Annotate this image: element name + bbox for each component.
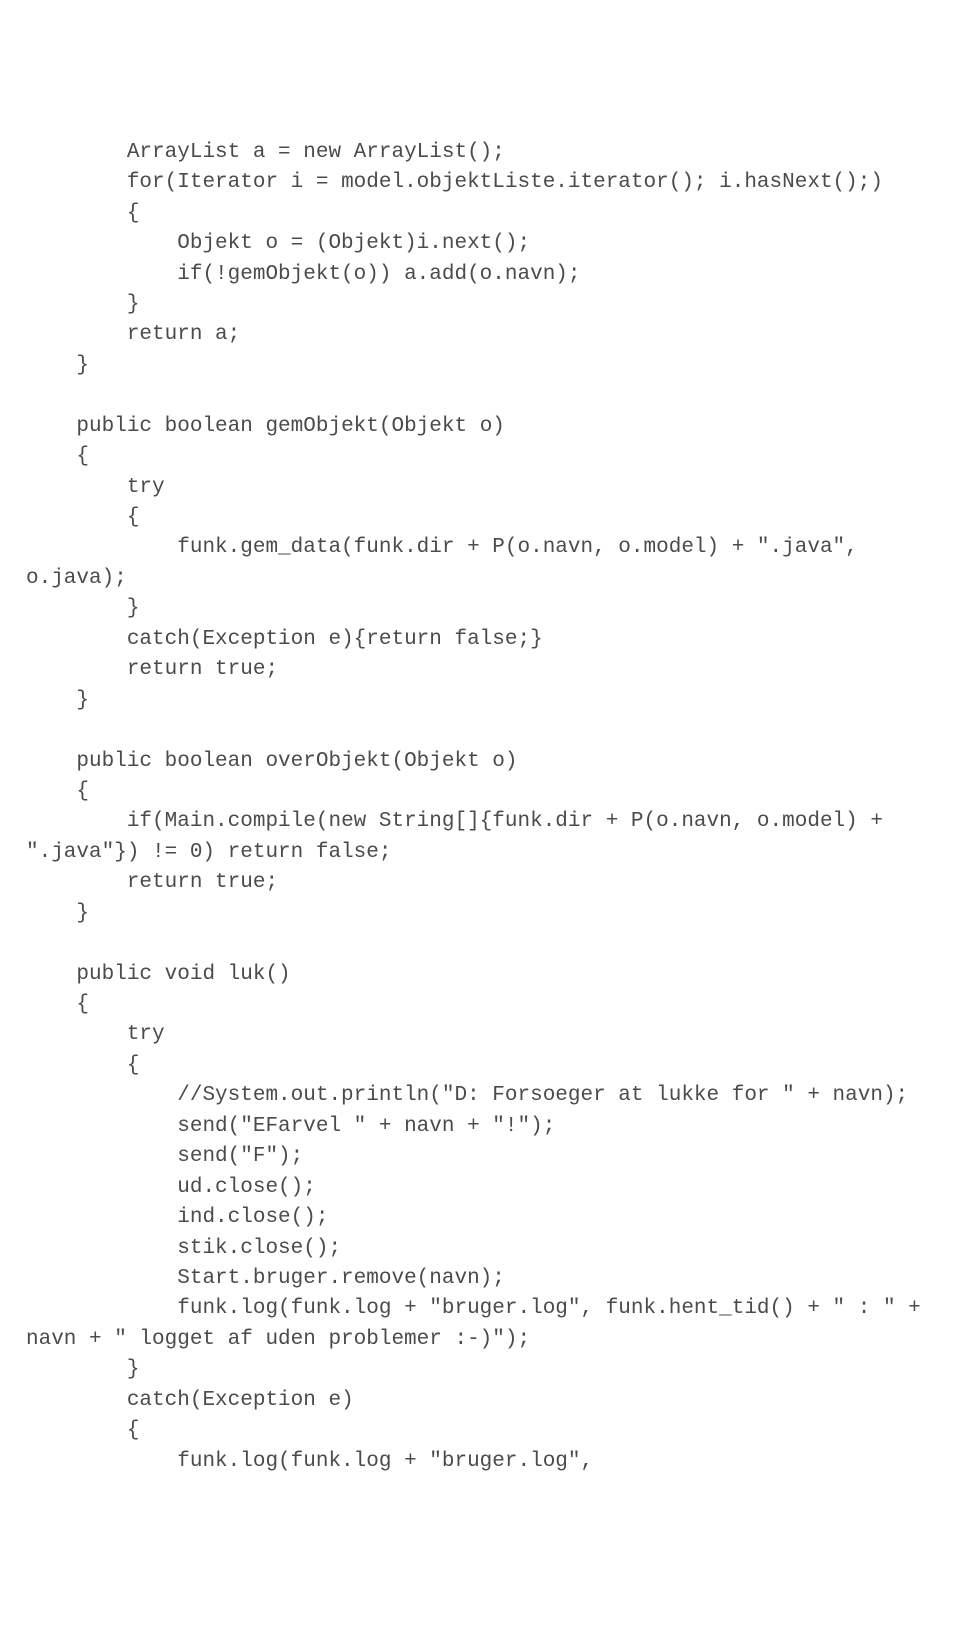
code-block: ArrayList a = new ArrayList(); for(Itera… <box>26 138 934 1477</box>
